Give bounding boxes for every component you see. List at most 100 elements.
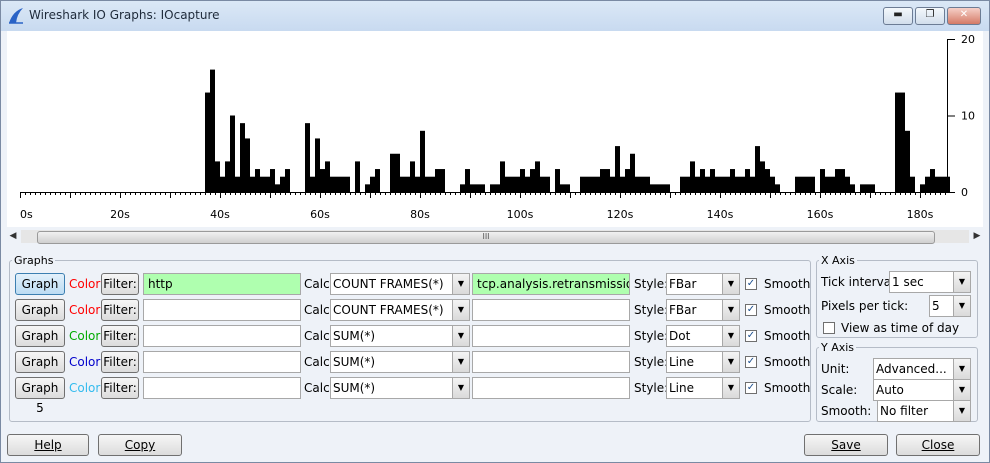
bar bbox=[595, 176, 600, 192]
smooth-checkbox[interactable]: ✓ bbox=[745, 330, 757, 342]
filter-button[interactable]: Filter: bbox=[101, 273, 139, 295]
smooth-checkbox[interactable]: ✓ bbox=[745, 278, 757, 290]
bar bbox=[525, 176, 530, 192]
bar bbox=[315, 138, 320, 192]
graph-1-button[interactable]: Graph 1 bbox=[15, 273, 65, 311]
pixels-per-tick-select[interactable]: 5 ▼ bbox=[929, 295, 971, 317]
calc-field-input[interactable]: tcp.analysis.retransmission bbox=[472, 273, 630, 295]
chevron-down-icon[interactable]: ▼ bbox=[953, 296, 970, 316]
bar bbox=[600, 169, 605, 192]
graph-3-button[interactable]: Graph 3 bbox=[15, 325, 65, 363]
horizontal-scrollbar[interactable]: ◀ III ▶ bbox=[7, 230, 983, 244]
chevron-down-icon[interactable]: ▼ bbox=[722, 352, 739, 372]
style-select[interactable]: Dot ▼ bbox=[666, 325, 740, 347]
chevron-down-icon[interactable]: ▼ bbox=[722, 300, 739, 320]
style-select[interactable]: Line ▼ bbox=[666, 377, 740, 399]
bar bbox=[775, 184, 780, 192]
graph-5-button[interactable]: Graph 5 bbox=[15, 377, 65, 415]
color-label[interactable]: Color bbox=[69, 377, 100, 399]
calc-select[interactable]: COUNT FRAMES(*) ▼ bbox=[330, 273, 470, 295]
bar bbox=[495, 184, 500, 192]
bar bbox=[820, 169, 825, 192]
color-label[interactable]: Color bbox=[69, 299, 100, 321]
color-label[interactable]: Color bbox=[69, 325, 100, 347]
calc-field-input[interactable] bbox=[472, 377, 630, 399]
bar bbox=[895, 92, 900, 192]
chevron-down-icon[interactable]: ▼ bbox=[452, 274, 469, 294]
smooth-checkbox[interactable]: ✓ bbox=[745, 382, 757, 394]
style-value: Line bbox=[669, 381, 695, 395]
x-tick-label: 120s bbox=[607, 208, 634, 221]
calc-field-input[interactable] bbox=[472, 299, 630, 321]
chevron-down-icon[interactable]: ▼ bbox=[452, 378, 469, 398]
style-select[interactable]: FBar ▼ bbox=[666, 299, 740, 321]
filter-input[interactable] bbox=[143, 299, 301, 321]
save-button[interactable]: Save bbox=[804, 434, 888, 456]
chevron-down-icon[interactable]: ▼ bbox=[452, 300, 469, 320]
style-select[interactable]: Line ▼ bbox=[666, 351, 740, 373]
chevron-down-icon[interactable]: ▼ bbox=[722, 274, 739, 294]
chevron-down-icon[interactable]: ▼ bbox=[722, 378, 739, 398]
maximize-button[interactable]: ❐ bbox=[915, 7, 945, 25]
unit-select[interactable]: Advanced... ▼ bbox=[873, 358, 971, 380]
chevron-down-icon[interactable]: ▼ bbox=[452, 326, 469, 346]
copy-button[interactable]: Copy bbox=[98, 434, 182, 456]
bar bbox=[860, 184, 865, 192]
bar bbox=[410, 161, 415, 192]
calc-field-input[interactable] bbox=[472, 325, 630, 347]
style-label: Style: bbox=[634, 303, 669, 317]
minimize-button[interactable]: ▬ bbox=[883, 7, 913, 25]
view-time-checkbox[interactable] bbox=[823, 322, 835, 334]
bar bbox=[690, 161, 695, 192]
title-bar: Wireshark IO Graphs: IOcapture ▬ ❐ ✕ bbox=[1, 1, 989, 31]
calc-select[interactable]: SUM(*) ▼ bbox=[330, 377, 470, 399]
y-smooth-select[interactable]: No filter ▼ bbox=[877, 400, 971, 422]
bar bbox=[235, 176, 240, 192]
io-graphs-window: Wireshark IO Graphs: IOcapture ▬ ❐ ✕ 20 1… bbox=[0, 0, 990, 463]
filter-button[interactable]: Filter: bbox=[101, 299, 139, 321]
calc-value: COUNT FRAMES(*) bbox=[333, 277, 444, 291]
calc-field-input[interactable] bbox=[472, 351, 630, 373]
smooth-checkbox[interactable]: ✓ bbox=[745, 304, 757, 316]
scroll-left-icon[interactable]: ◀ bbox=[7, 230, 19, 243]
chevron-down-icon[interactable]: ▼ bbox=[953, 401, 970, 421]
color-label[interactable]: Color bbox=[69, 351, 100, 373]
scale-select[interactable]: Auto ▼ bbox=[873, 379, 971, 401]
calc-select[interactable]: SUM(*) ▼ bbox=[330, 351, 470, 373]
bar bbox=[865, 184, 870, 192]
graph-2-button[interactable]: Graph 2 bbox=[15, 299, 65, 337]
tick-interval-select[interactable]: 1 sec ▼ bbox=[889, 271, 971, 293]
chevron-down-icon[interactable]: ▼ bbox=[722, 326, 739, 346]
scroll-right-icon[interactable]: ▶ bbox=[971, 230, 983, 243]
bar bbox=[460, 184, 465, 192]
bar bbox=[625, 169, 630, 192]
color-label[interactable]: Color bbox=[69, 273, 100, 295]
close-window-button[interactable]: ✕ bbox=[947, 7, 981, 25]
style-select[interactable]: FBar ▼ bbox=[666, 273, 740, 295]
filter-button[interactable]: Filter: bbox=[101, 325, 139, 347]
close-button[interactable]: Close bbox=[896, 434, 980, 456]
filter-button[interactable]: Filter: bbox=[101, 377, 139, 399]
bar bbox=[440, 169, 445, 192]
bar bbox=[340, 176, 345, 192]
filter-input[interactable]: http bbox=[143, 273, 301, 295]
filter-input[interactable] bbox=[143, 325, 301, 347]
filter-input[interactable] bbox=[143, 351, 301, 373]
chevron-down-icon[interactable]: ▼ bbox=[953, 380, 970, 400]
bar bbox=[680, 176, 685, 192]
calc-select[interactable]: SUM(*) ▼ bbox=[330, 325, 470, 347]
chevron-down-icon[interactable]: ▼ bbox=[953, 359, 970, 379]
smooth-checkbox[interactable]: ✓ bbox=[745, 356, 757, 368]
io-graph-plot[interactable]: 20 10 0 0s 20s 40s 60s 80s 100s 120s 140s 160s 180s bbox=[7, 31, 983, 227]
filter-input[interactable] bbox=[143, 377, 301, 399]
chevron-down-icon[interactable]: ▼ bbox=[452, 352, 469, 372]
chevron-down-icon[interactable]: ▼ bbox=[953, 272, 970, 292]
bar bbox=[800, 176, 805, 192]
filter-button[interactable]: Filter: bbox=[101, 351, 139, 373]
help-button[interactable]: Help bbox=[7, 434, 89, 456]
scroll-track[interactable]: III bbox=[21, 230, 969, 244]
calc-select[interactable]: COUNT FRAMES(*) ▼ bbox=[330, 299, 470, 321]
graph-4-button[interactable]: Graph 4 bbox=[15, 351, 65, 389]
scroll-thumb[interactable]: III bbox=[37, 231, 935, 244]
y-smooth-label: Smooth: bbox=[821, 404, 872, 418]
